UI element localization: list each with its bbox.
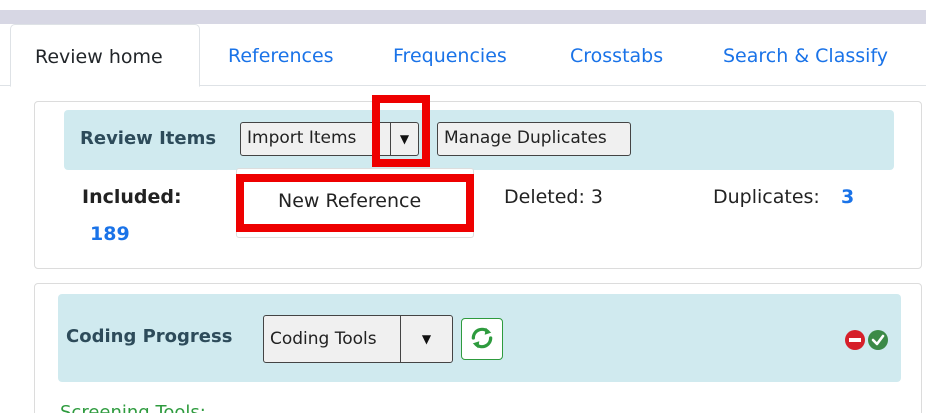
top-bar xyxy=(0,10,926,24)
top-strip xyxy=(0,0,926,10)
review-items-title: Review Items xyxy=(80,128,217,149)
duplicates-label: Duplicates: xyxy=(713,186,820,208)
tab-review-home-label: Review home xyxy=(35,46,163,68)
manage-duplicates-label: Manage Duplicates xyxy=(444,128,607,148)
screening-tools-label: Screening Tools: xyxy=(60,402,206,413)
included-label: Included: xyxy=(82,186,182,208)
minus-circle-icon[interactable] xyxy=(845,330,865,350)
check-circle-icon[interactable] xyxy=(868,330,888,350)
tab-search-classify-label: Search & Classify xyxy=(723,45,889,67)
coding-tools-caret-icon[interactable]: ▼ xyxy=(400,316,452,362)
tab-references-label: References xyxy=(228,45,334,67)
refresh-button[interactable] xyxy=(461,318,503,360)
tab-crosstabs-label: Crosstabs xyxy=(570,45,664,67)
new-reference-highlight-box xyxy=(236,174,474,232)
coding-tools-button[interactable]: Coding Tools ▼ xyxy=(263,315,453,363)
tab-bar: Review home References Frequencies Cross… xyxy=(0,24,926,87)
tab-crosstabs[interactable]: Crosstabs xyxy=(570,24,663,86)
tab-references[interactable]: References xyxy=(228,24,334,86)
tab-review-home[interactable]: Review home xyxy=(10,24,200,87)
refresh-icon xyxy=(471,327,493,349)
duplicates-count-link[interactable]: 3 xyxy=(841,186,854,208)
deleted-text: Deleted: 3 xyxy=(504,186,604,208)
coding-progress-title: Coding Progress xyxy=(66,326,233,347)
tab-search-classify[interactable]: Search & Classify xyxy=(723,24,888,86)
tab-frequencies[interactable]: Frequencies xyxy=(393,24,507,86)
tab-frequencies-label: Frequencies xyxy=(393,45,507,67)
caret-highlight-box xyxy=(372,95,430,167)
manage-duplicates-button[interactable]: Manage Duplicates xyxy=(437,122,631,156)
import-items-label: Import Items xyxy=(247,128,357,148)
included-count-link[interactable]: 189 xyxy=(90,223,130,245)
coding-tools-label: Coding Tools xyxy=(270,329,377,349)
